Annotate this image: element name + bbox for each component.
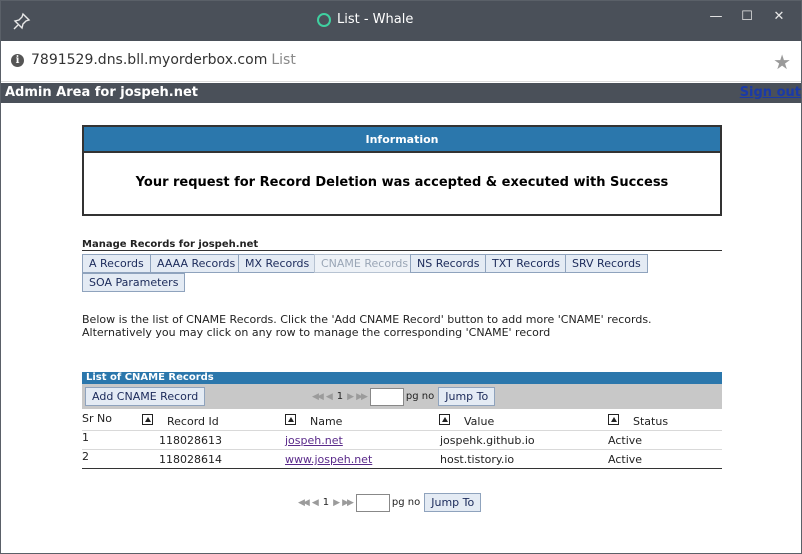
row1-record-id[interactable]: 118028613 <box>159 434 222 447</box>
url-text: 7891529.dns.bll.myorderbox.com <box>31 52 268 68</box>
success-message: Your request for Record Deletion was acc… <box>135 175 669 190</box>
col-sr-no: Sr No <box>82 412 112 425</box>
add-cname-record-button[interactable]: Add CNAME Record <box>85 387 206 406</box>
last-page-icon[interactable]: ▶▶ <box>342 498 354 508</box>
divider <box>82 250 722 251</box>
address-bar: i 7891529.dns.bll.myorderbox.com List ★ <box>1 41 801 82</box>
next-page-icon[interactable]: ▶ <box>347 392 354 402</box>
row1-sr-no[interactable]: 1 <box>82 431 89 444</box>
col-record-id: Record Id <box>167 415 219 428</box>
information-header: Information <box>84 127 720 153</box>
prev-page-icon[interactable]: ◀ <box>326 392 333 402</box>
srv-records-button[interactable]: SRV Records <box>565 254 648 273</box>
row2-sr-no[interactable]: 2 <box>82 450 89 463</box>
row1-value[interactable]: jospehk.github.io <box>440 434 535 447</box>
sort-status-icon[interactable] <box>608 414 619 425</box>
table-bottom-rule <box>82 468 722 469</box>
mx-records-button[interactable]: MX Records <box>238 254 317 273</box>
col-value: Value <box>464 415 495 428</box>
admin-header: Admin Area for jospeh.net Sign out <box>1 83 801 103</box>
aaaa-records-button[interactable]: AAAA Records <box>150 254 243 273</box>
window-title: List - Whale <box>317 12 413 27</box>
whale-logo-icon <box>317 12 331 27</box>
page-number-input[interactable] <box>355 493 390 512</box>
manage-records-label: Manage Records for jospeh.net <box>82 239 259 250</box>
a-records-button[interactable]: A Records <box>82 254 151 273</box>
col-status: Status <box>633 415 669 428</box>
row2-value[interactable]: host.tistory.io <box>440 453 514 466</box>
page-number-input[interactable] <box>369 387 404 406</box>
ns-records-button[interactable]: NS Records <box>410 254 487 273</box>
row2-status[interactable]: Active <box>608 453 642 466</box>
sign-out-link[interactable]: Sign out <box>740 85 801 100</box>
next-page-icon[interactable]: ▶ <box>333 498 340 508</box>
last-page-icon[interactable]: ▶▶ <box>356 392 368 402</box>
minimize-button[interactable]: — <box>706 7 726 27</box>
row1-name[interactable]: jospeh.net <box>285 434 343 447</box>
browser-window: List - Whale — ☐ ✕ i 7891529.dns.bll.myo… <box>0 0 802 554</box>
pg-no-label: pg no <box>405 391 435 402</box>
pin-icon[interactable] <box>13 12 31 30</box>
jump-to-button[interactable]: Jump To <box>424 493 482 512</box>
bookmark-star-icon[interactable]: ★ <box>773 50 791 74</box>
maximize-button[interactable]: ☐ <box>737 7 757 27</box>
row2-name[interactable]: www.jospeh.net <box>285 453 372 466</box>
admin-title: Admin Area for jospeh.net <box>5 85 198 100</box>
close-button[interactable]: ✕ <box>769 7 789 27</box>
page-title: List <box>271 52 296 68</box>
row1-status[interactable]: Active <box>608 434 642 447</box>
sort-record-id-icon[interactable] <box>142 414 153 425</box>
pg-no-label: pg no <box>391 497 421 508</box>
bottom-pager: ◀◀ ◀ 1 ▶ ▶▶ pg no Jump To <box>298 493 482 512</box>
jump-to-button[interactable]: Jump To <box>438 387 496 406</box>
info-icon[interactable]: i <box>11 54 24 67</box>
soa-parameters-button[interactable]: SOA Parameters <box>82 273 186 292</box>
row2-record-id[interactable]: 118028614 <box>159 453 222 466</box>
row1-name-link[interactable]: jospeh.net <box>285 434 343 447</box>
information-box: Information Your request for Record Dele… <box>82 125 722 216</box>
first-page-icon[interactable]: ◀◀ <box>298 498 310 508</box>
title-bar: List - Whale — ☐ ✕ <box>1 1 801 41</box>
current-page: 1 <box>322 497 330 508</box>
txt-records-button[interactable]: TXT Records <box>485 254 568 273</box>
row-divider <box>82 449 722 450</box>
row-divider <box>82 430 722 431</box>
first-page-icon[interactable]: ◀◀ <box>312 392 324 402</box>
prev-page-icon[interactable]: ◀ <box>312 498 319 508</box>
cname-list-header: List of CNAME Records <box>82 372 722 384</box>
current-page: 1 <box>336 391 344 402</box>
list-toolbar: Add CNAME Record ◀◀ ◀ 1 ▶ ▶▶ pg no Jump … <box>82 384 722 409</box>
url-field[interactable]: 7891529.dns.bll.myorderbox.com List <box>31 52 296 68</box>
row2-name-link[interactable]: www.jospeh.net <box>285 453 372 466</box>
window-title-text: List - Whale <box>337 12 414 27</box>
cname-records-button: CNAME Records <box>314 254 416 273</box>
description-text: Below is the list of CNAME Records. Clic… <box>82 313 652 339</box>
sort-name-icon[interactable] <box>285 414 296 425</box>
top-pager: ◀◀ ◀ 1 ▶ ▶▶ pg no Jump To <box>312 387 496 406</box>
sort-value-icon[interactable] <box>439 414 450 425</box>
col-name: Name <box>310 415 343 428</box>
